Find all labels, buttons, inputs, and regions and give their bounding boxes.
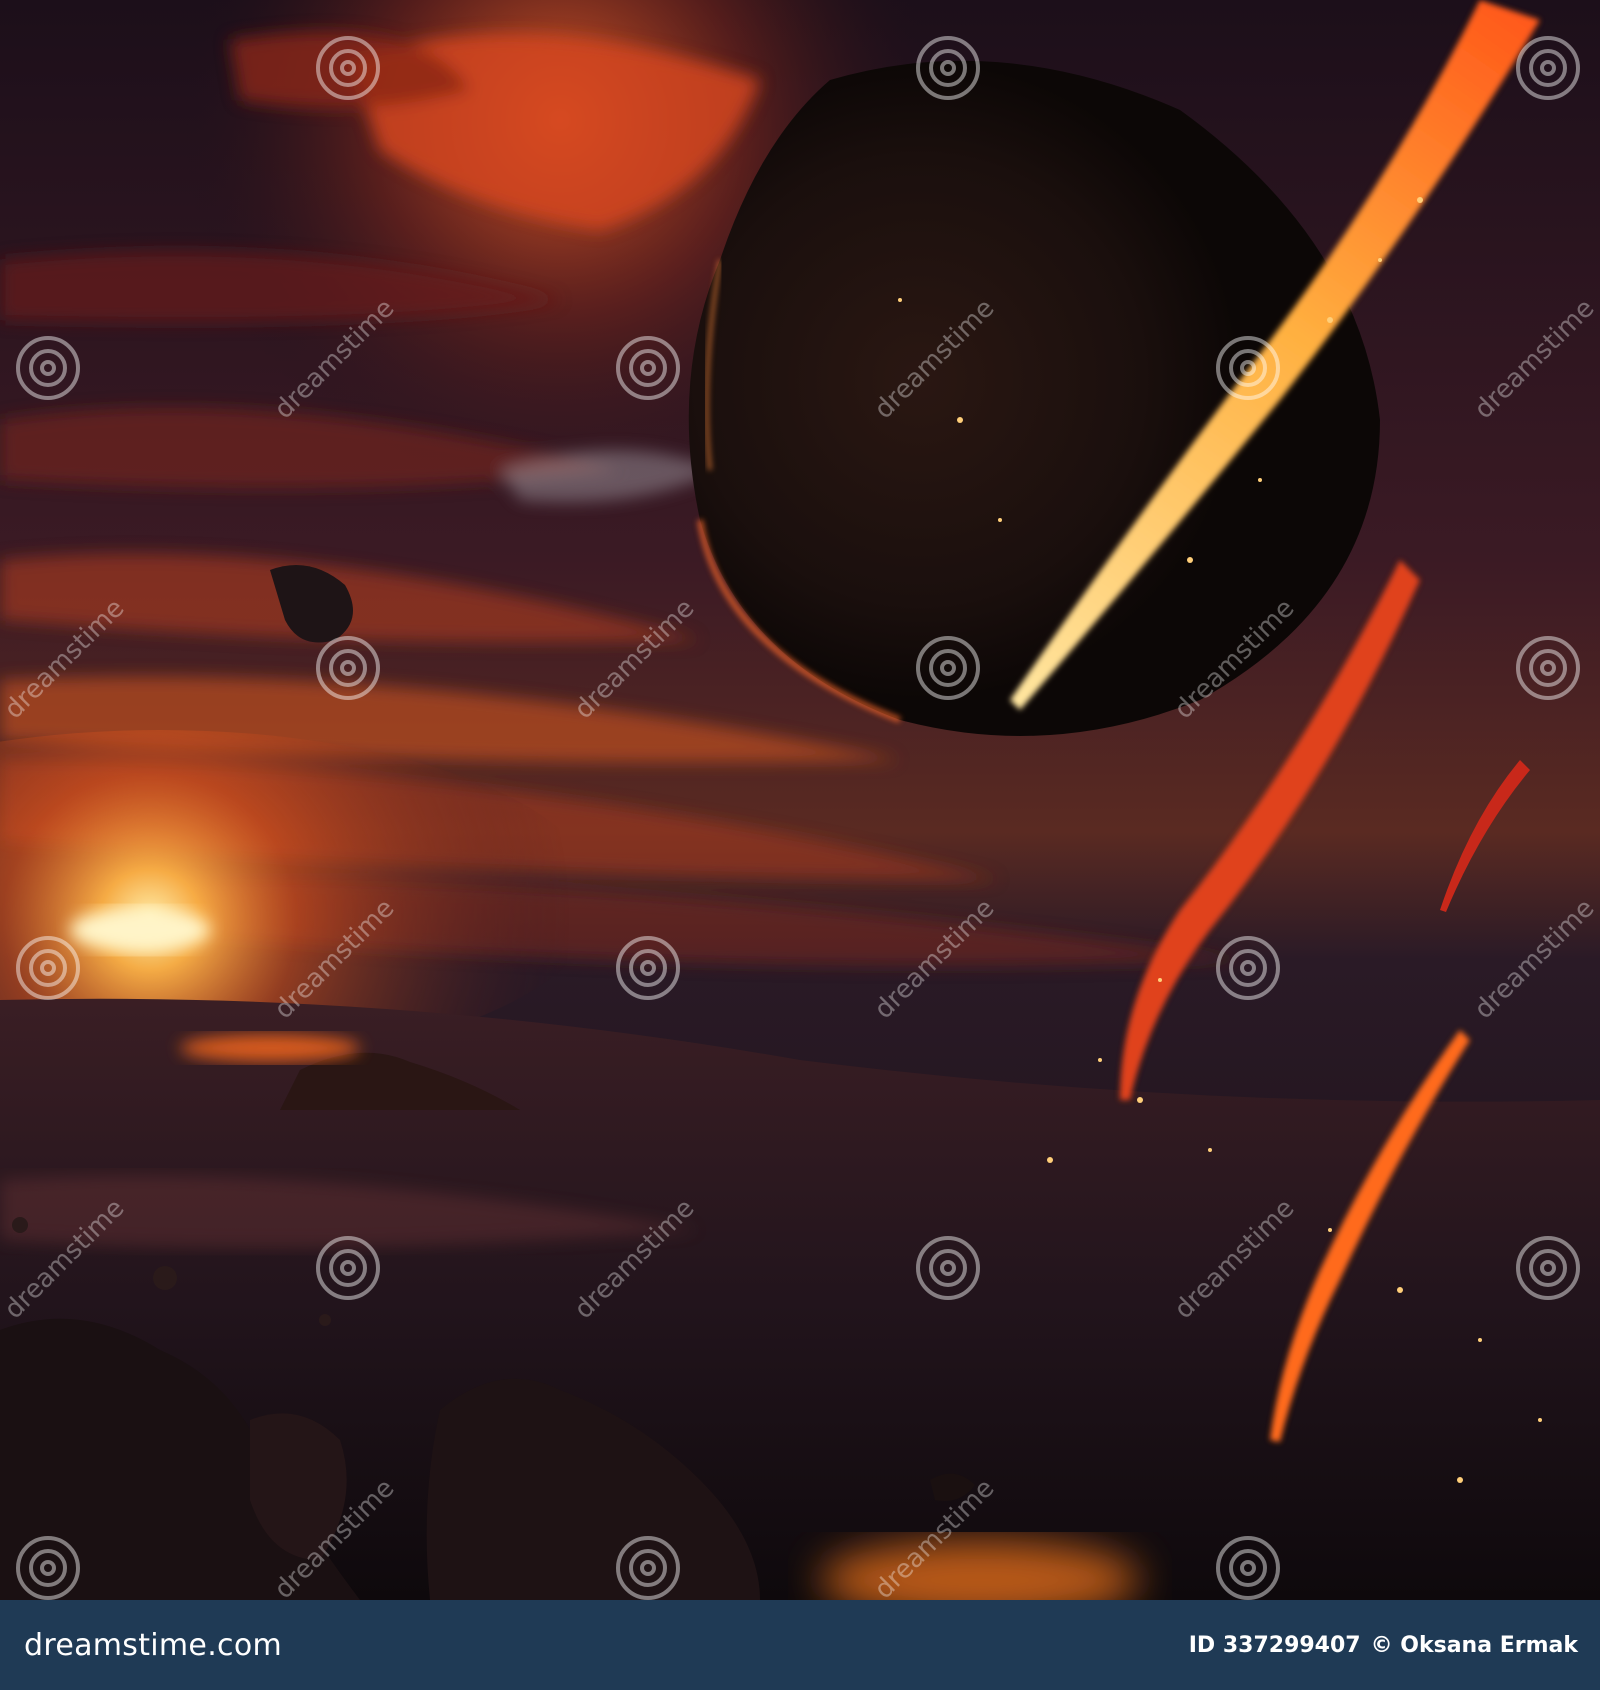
brand-text[interactable]: dreamstime.com: [24, 1628, 282, 1663]
author-credit: © Oksana Ermak: [1370, 1632, 1578, 1658]
lava-glow-horizon: [180, 1034, 360, 1062]
image-id: ID 337299407: [1188, 1632, 1361, 1658]
credit-text: ID 337299407 © Oksana Ermak: [1189, 1633, 1578, 1658]
credit-footer: dreamstime.com ID 337299407 © Oksana Erma…: [0, 1600, 1600, 1690]
meteor-scene-image: dreamstime dreamstime dreamstime dreamst…: [0, 0, 1600, 1600]
sun: [70, 908, 210, 952]
